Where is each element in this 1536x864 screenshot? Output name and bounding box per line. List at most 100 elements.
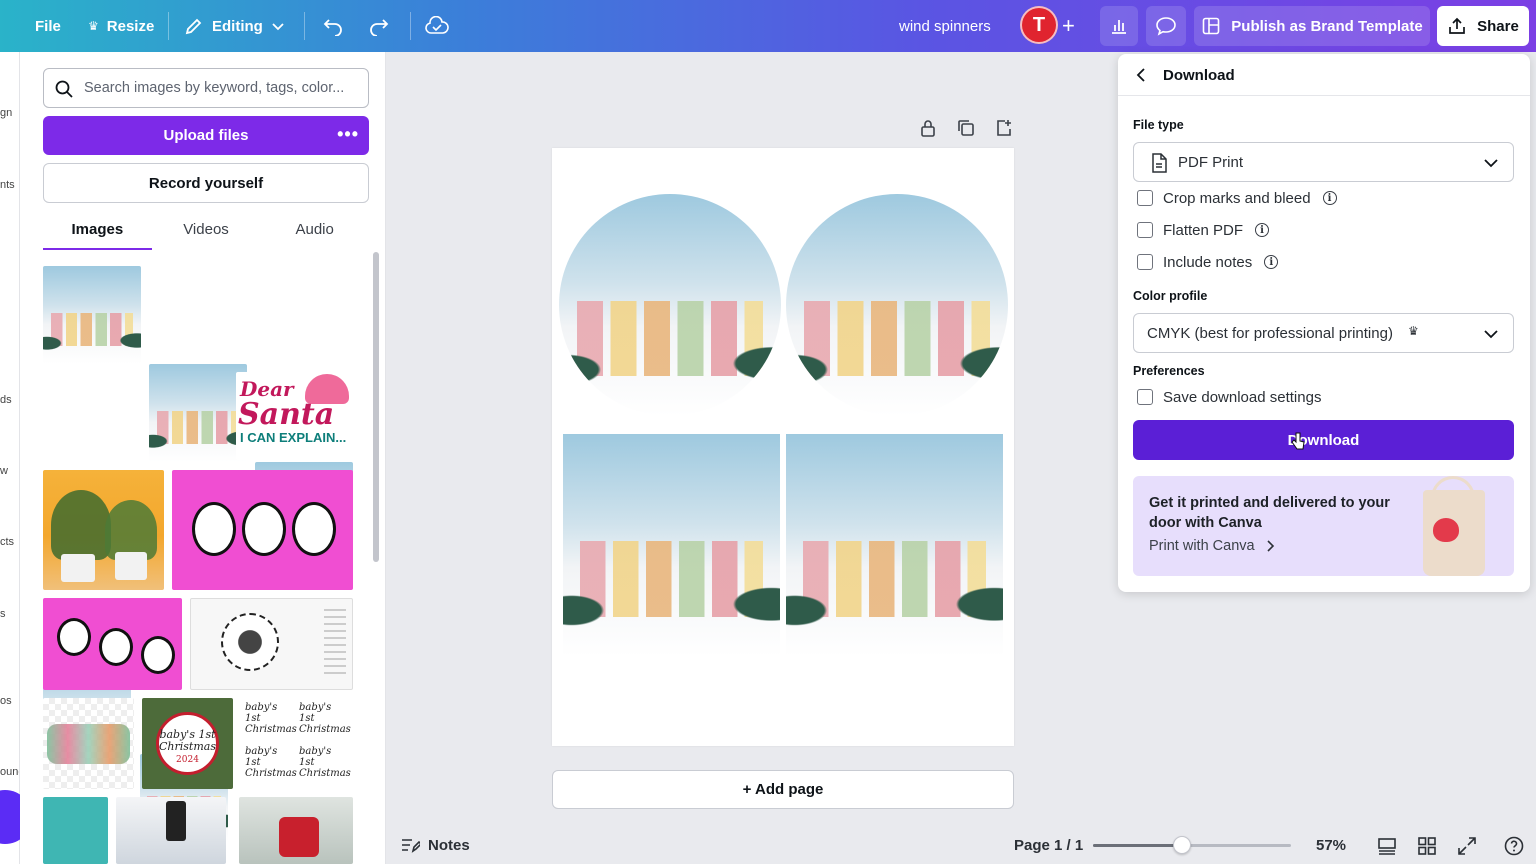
flatten-pdf-option[interactable]: Flatten PDF i xyxy=(1137,220,1270,240)
plus-icon: + xyxy=(1062,13,1075,38)
info-icon[interactable]: i xyxy=(1255,223,1270,237)
print-with-canva-link[interactable]: Print with Canva xyxy=(1149,538,1275,554)
print-promo-card[interactable]: Get it printed and delivered to your doo… xyxy=(1133,476,1514,576)
winter-village-square-image[interactable] xyxy=(786,434,1003,657)
file-menu[interactable]: File xyxy=(35,0,61,52)
duplicate-page-icon[interactable] xyxy=(956,118,976,138)
lock-icon[interactable] xyxy=(918,118,938,138)
rail-label-background[interactable]: ound xyxy=(0,766,19,778)
image-thumbnail[interactable] xyxy=(43,797,108,864)
comments-button[interactable] xyxy=(1146,6,1186,46)
crown-icon: ♛ xyxy=(88,19,99,33)
share-button[interactable]: Share xyxy=(1437,6,1529,46)
image-thumbnail[interactable] xyxy=(149,364,247,462)
share-icon xyxy=(1449,17,1465,34)
editing-mode-button[interactable]: Editing xyxy=(184,0,285,52)
crop-marks-checkbox[interactable] xyxy=(1137,190,1153,206)
upload-files-label: Upload files xyxy=(163,127,249,144)
help-icon[interactable] xyxy=(1503,835,1525,857)
flatten-pdf-checkbox[interactable] xyxy=(1137,222,1153,238)
winter-village-square-image[interactable] xyxy=(563,434,780,657)
cloud-save-button[interactable] xyxy=(425,0,449,52)
crown-icon: ♛ xyxy=(1408,324,1419,338)
image-thumbnail[interactable] xyxy=(43,470,164,590)
image-thumbnail[interactable] xyxy=(190,598,353,690)
add-collaborator-button[interactable]: + xyxy=(1062,0,1075,52)
thumb-text: 2024 xyxy=(176,755,199,765)
image-thumbnail[interactable] xyxy=(43,598,182,690)
panel-scrollbar[interactable] xyxy=(373,252,379,562)
back-arrow-icon[interactable] xyxy=(1134,67,1150,83)
rail-label-photos[interactable]: os xyxy=(0,695,12,707)
image-thumbnail[interactable] xyxy=(239,797,353,864)
avatar-initial: T xyxy=(1032,13,1046,36)
include-notes-checkbox[interactable] xyxy=(1137,254,1153,270)
zoom-slider-handle[interactable] xyxy=(1173,836,1192,854)
dear-santa-thumbnail[interactable]: Dear Santa I CAN EXPLAIN... xyxy=(236,372,353,460)
tab-images[interactable]: Images xyxy=(43,216,152,250)
info-icon[interactable]: i xyxy=(1264,255,1279,269)
rail-label-apps[interactable]: s xyxy=(0,608,6,620)
document-title[interactable]: wind spinners xyxy=(899,0,991,52)
baby-christmas-set-thumbnail[interactable]: baby's 1st Christmas baby's 1st Christma… xyxy=(241,698,353,789)
record-yourself-button[interactable]: Record yourself xyxy=(43,163,369,203)
rail-label-design[interactable]: gn xyxy=(0,107,12,119)
image-thumbnail[interactable] xyxy=(116,797,226,864)
color-profile-label: Color profile xyxy=(1133,289,1208,303)
divider xyxy=(304,12,305,40)
insights-button[interactable] xyxy=(1100,6,1138,46)
upload-files-button[interactable]: Upload files ••• xyxy=(43,116,369,155)
notes-icon xyxy=(402,839,420,853)
add-page-label: + Add page xyxy=(742,781,824,798)
info-icon[interactable]: i xyxy=(1322,191,1337,205)
file-type-value: PDF Print xyxy=(1178,154,1244,171)
rail-label-elements[interactable]: nts xyxy=(0,179,15,191)
avatar[interactable]: T xyxy=(1020,6,1058,44)
thumb-text: Dear xyxy=(240,377,294,401)
baby-christmas-thumbnail[interactable]: baby's 1st Christmas 2024 xyxy=(142,698,233,789)
publish-brand-template-button[interactable]: Publish as Brand Template xyxy=(1194,6,1430,46)
image-thumbnail[interactable] xyxy=(43,266,141,364)
redo-icon xyxy=(370,19,389,36)
more-options-icon[interactable]: ••• xyxy=(337,124,359,145)
image-thumbnail[interactable] xyxy=(172,470,353,590)
top-bar: File ♛ Resize Editing wind spinners T + … xyxy=(0,0,1536,52)
page-toolbar xyxy=(918,118,1014,140)
rail-label-uploads[interactable]: ds xyxy=(0,394,12,406)
divider xyxy=(168,12,169,40)
zoom-level[interactable]: 57% xyxy=(1316,837,1346,854)
design-page[interactable] xyxy=(552,148,1014,746)
rail-label-draw[interactable]: w xyxy=(0,465,8,477)
tab-videos[interactable]: Videos xyxy=(152,216,261,250)
notes-button[interactable]: Notes xyxy=(400,836,470,854)
image-thumbnail[interactable] xyxy=(43,698,134,789)
save-settings-checkbox[interactable] xyxy=(1137,389,1153,405)
page-indicator[interactable]: Page 1 / 1 xyxy=(1014,837,1083,854)
zoom-slider[interactable] xyxy=(1093,836,1291,854)
share-label: Share xyxy=(1477,17,1519,35)
file-type-select[interactable]: PDF Print xyxy=(1133,142,1514,182)
include-notes-option[interactable]: Include notes i xyxy=(1137,252,1279,272)
color-profile-select[interactable]: CMYK (best for professional printing) ♛ xyxy=(1133,313,1514,353)
resize-button[interactable]: ♛ Resize xyxy=(88,0,154,52)
add-page-button[interactable]: + Add page xyxy=(552,770,1014,809)
winter-village-circle-image[interactable] xyxy=(559,194,781,416)
record-label: Record yourself xyxy=(148,174,264,192)
page-view-icon[interactable] xyxy=(1376,835,1398,857)
promo-link-label: Print with Canva xyxy=(1149,538,1255,554)
tab-audio[interactable]: Audio xyxy=(260,216,369,250)
save-settings-option[interactable]: Save download settings xyxy=(1137,387,1321,407)
crop-marks-option[interactable]: Crop marks and bleed i xyxy=(1137,188,1337,208)
grid-view-icon[interactable] xyxy=(1416,835,1438,857)
fullscreen-icon[interactable] xyxy=(1456,835,1478,857)
download-header: Download xyxy=(1118,54,1530,96)
undo-button[interactable] xyxy=(322,0,344,52)
winter-village-circle-image[interactable] xyxy=(786,194,1008,416)
rail-label-projects[interactable]: cts xyxy=(0,536,14,548)
search-input[interactable]: Search images by keyword, tags, color... xyxy=(43,68,369,108)
divider xyxy=(410,12,411,40)
redo-button[interactable] xyxy=(368,0,390,52)
add-page-icon[interactable] xyxy=(994,118,1014,138)
download-button[interactable]: Download xyxy=(1133,420,1514,460)
notes-label: Notes xyxy=(428,836,470,854)
